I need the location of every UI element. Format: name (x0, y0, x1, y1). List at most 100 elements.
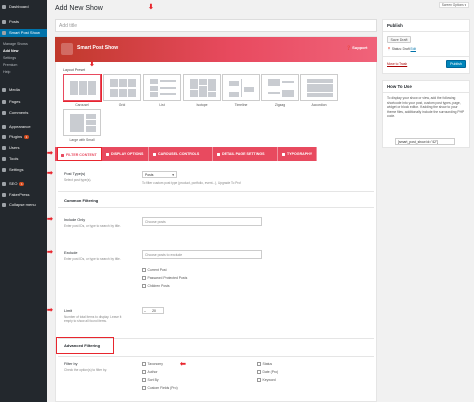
menu-icon (2, 182, 6, 186)
sidebar-item-collapse-menu[interactable]: Collapse menu (0, 201, 47, 209)
thumbnail-block (70, 81, 78, 95)
sidebar-item-dashboard[interactable]: Dashboard (0, 3, 47, 11)
post-types-value: Posts (145, 173, 154, 177)
thumbnail-block (160, 93, 176, 95)
exclude-input[interactable]: Choose posts to exclude (142, 250, 262, 259)
filter-by-checkbox[interactable]: Keyword (257, 378, 276, 382)
sidebar-item-plugins[interactable]: Plugins 1 (0, 133, 47, 141)
exclude-label: Exclude (64, 251, 78, 255)
checkbox[interactable] (257, 378, 261, 382)
support-link[interactable]: ❓ Support (346, 45, 367, 50)
thumbnail-block (119, 89, 127, 97)
tab-label: TYPOGRAPHY (287, 152, 313, 156)
layout-label: Zigzag (274, 103, 286, 107)
tab-typography[interactable]: TYPOGRAPHY (278, 147, 317, 161)
tab-detail-page-settings[interactable]: DETAIL PAGE SETTINGS (213, 147, 278, 161)
layout-option-accordion[interactable] (300, 74, 338, 101)
layout-thumbnail-icon (268, 79, 294, 97)
exclude-option-checkbox[interactable]: Children Posts (142, 284, 170, 288)
filter-by-checkbox[interactable]: Status (257, 362, 272, 366)
filter-by-checkbox[interactable]: Taxonomy (142, 362, 163, 366)
move-to-trash-link[interactable]: Move to Trash (387, 62, 407, 66)
sidebar-item-tools[interactable]: Tools (0, 155, 47, 163)
filter-by-checkbox[interactable]: Sort By (142, 378, 159, 382)
checkbox[interactable] (142, 386, 146, 390)
sidebar-item-comments[interactable]: Comments (0, 109, 47, 117)
sidebar-item-label: Tools (9, 156, 19, 161)
layout-label: Isotope (196, 103, 208, 107)
include-only-label: Include Only (64, 218, 86, 222)
publish-button[interactable]: Publish (446, 60, 466, 68)
checkbox-label: Password Protected Posts (147, 276, 188, 280)
checkbox[interactable] (142, 284, 146, 288)
thumbnail-block (208, 79, 216, 91)
divider (58, 356, 374, 357)
limit-input[interactable]: – 20 (142, 307, 164, 314)
sidebar-item-users[interactable]: Users (0, 144, 47, 152)
sidebar-item-posts[interactable]: Posts (0, 18, 47, 26)
sidebar-item-label: FakerPress (9, 192, 30, 197)
tab-carousel-controls[interactable]: CAROUSEL CONTROLS (149, 147, 213, 161)
include-only-input[interactable]: Choose posts (142, 217, 262, 226)
layout-option-timeline[interactable] (222, 74, 260, 101)
layout-option-carousel[interactable] (63, 74, 101, 101)
screen-options-button[interactable]: Screen Options ▾ (439, 2, 469, 8)
sidebar-subitem-help[interactable]: Help (0, 69, 47, 76)
sidebar-item-label: Media (9, 87, 20, 92)
sidebar-subitem-manage-shows[interactable]: Manage Shows (0, 41, 47, 48)
sidebar-item-label: Appearance (9, 124, 31, 129)
thumbnail-block (307, 93, 333, 97)
layout-option-zigzag[interactable] (261, 74, 299, 101)
checkbox[interactable] (142, 276, 146, 280)
checkbox[interactable] (142, 378, 146, 382)
checkbox[interactable] (257, 370, 261, 374)
checkbox-label: Date (Pro) (262, 370, 279, 374)
sidebar-item-smart-post-show[interactable]: Smart Post Show (0, 29, 47, 37)
sidebar-subitem-settings[interactable]: Settings (0, 55, 47, 62)
layout-option-isotope[interactable] (183, 74, 221, 101)
sidebar-item-fakerpress[interactable]: FakerPress (0, 191, 47, 199)
annotation-arrow-right: ➡ (47, 307, 53, 314)
sidebar-subitem-add-new[interactable]: Add New (0, 48, 47, 55)
sidebar-item-seo[interactable]: SEO 1 (0, 180, 47, 188)
checkbox[interactable] (142, 268, 146, 272)
layout-thumbnail-icon (70, 114, 96, 132)
exclude-option-checkbox[interactable]: Current Post (142, 268, 167, 272)
show-title-input[interactable]: Add title (55, 19, 377, 32)
checkbox[interactable] (142, 370, 146, 374)
checkbox[interactable] (257, 362, 261, 366)
sidebar-item-media[interactable]: Media (0, 86, 47, 94)
minus-icon[interactable]: – (144, 308, 146, 314)
sidebar-subitem-premium[interactable]: Premium (0, 62, 47, 69)
filter-by-checkbox[interactable]: Custom Fields (Pro) (142, 386, 178, 390)
post-types-select[interactable]: Posts ▾ (142, 171, 177, 178)
checkbox[interactable] (142, 362, 146, 366)
layout-option-large-with-small[interactable] (63, 109, 101, 136)
divider (382, 31, 470, 32)
annotation-arrow-right: ➡ (47, 249, 53, 256)
tab-icon (282, 152, 285, 156)
save-draft-button[interactable]: Save Draft (387, 36, 411, 43)
sidebar-item-appearance[interactable]: Appearance (0, 123, 47, 131)
sidebar-item-label: Posts (9, 19, 20, 24)
sidebar-item-settings[interactable]: Settings (0, 166, 47, 174)
annotation-arrow-right: ➡ (47, 170, 53, 177)
filter-by-checkbox[interactable]: Author (142, 370, 158, 374)
menu-icon (2, 5, 6, 9)
filter-by-checkbox[interactable]: Date (Pro) (257, 370, 278, 374)
thumbnail-block (150, 86, 158, 91)
thumbnail-block (229, 92, 239, 97)
layout-option-list[interactable] (143, 74, 181, 101)
layout-option-grid[interactable] (103, 74, 141, 101)
annotation-arrow-left: ⬅ (180, 361, 186, 368)
tab-display-options[interactable]: DISPLAY OPTIONS (102, 147, 149, 161)
sidebar-item-pages[interactable]: Pages (0, 98, 47, 106)
annotation-arrow-right: ➡ (47, 216, 53, 223)
update-count-badge: 1 (19, 182, 25, 186)
status-text: Status: Draft (391, 47, 410, 51)
menu-icon (2, 125, 6, 129)
exclude-option-checkbox[interactable]: Password Protected Posts (142, 276, 187, 280)
shortcode-field[interactable]: [smart_post_show id="42"] (395, 138, 455, 145)
divider (382, 92, 470, 93)
status-edit-link[interactable]: Edit (410, 47, 416, 51)
